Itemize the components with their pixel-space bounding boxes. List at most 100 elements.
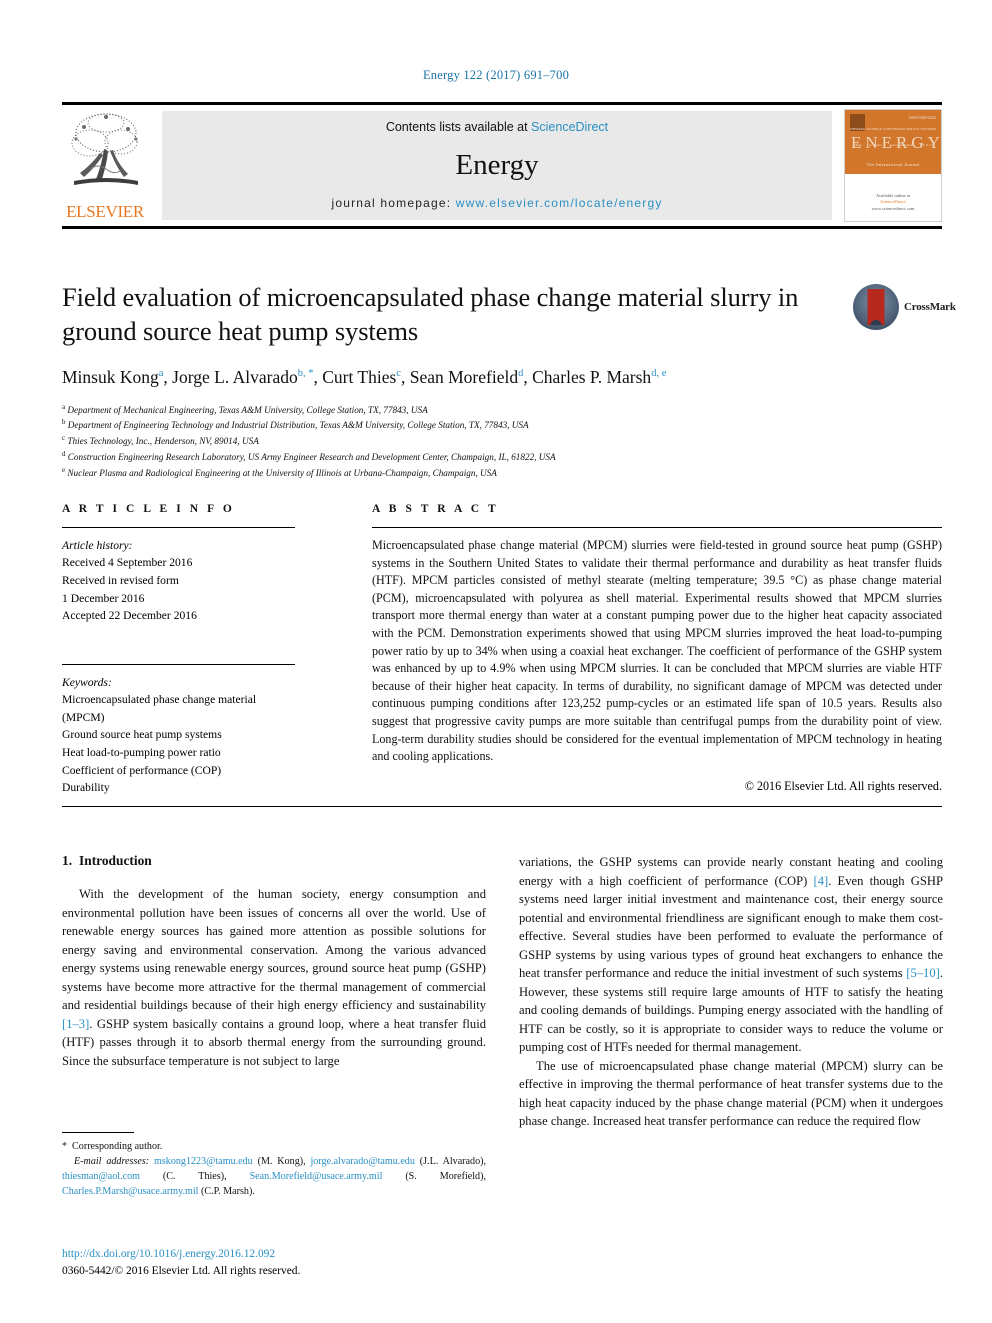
issn-copyright-line: 0360-5442/© 2016 Elsevier Ltd. All right…	[62, 1264, 301, 1277]
cover-editor-0: Editor	[852, 143, 862, 148]
article-info-heading: A R T I C L E I N F O	[62, 503, 235, 515]
doi-link[interactable]: http://dx.doi.org/10.1016/j.energy.2016.…	[62, 1246, 492, 1263]
page-title: Field evaluation of microencapsulated ph…	[62, 282, 799, 347]
cover-top-panel: ISSN 0360-5442 THERMAL SCIENCE CONVERSIO…	[845, 110, 941, 175]
journal-cover-thumbnail: ISSN 0360-5442 THERMAL SCIENCE CONVERSIO…	[844, 109, 942, 222]
cover-topic-labels: THERMAL SCIENCE CONVERSION POLICY SYSTEM…	[849, 127, 937, 131]
keywords-rule	[62, 663, 295, 665]
affiliation-mark-3: d	[62, 450, 66, 459]
affiliation-text-4: Nuclear Plasma and Radiological Engineer…	[67, 468, 497, 479]
sciencedirect-band: Contents lists available at ScienceDirec…	[162, 111, 832, 220]
homepage-line: journal homepage: www.elsevier.com/locat…	[331, 196, 662, 210]
cover-editor-3: H.-X. Li	[921, 143, 934, 148]
title-block: Field evaluation of microencapsulated ph…	[62, 280, 852, 481]
intro-p1-part-a: With the development of the human societ…	[62, 887, 486, 1012]
keyword-item-0: Microencapsulated phase change material	[62, 693, 257, 707]
affiliation-text-2: Thies Technology, Inc., Henderson, NV, 8…	[67, 436, 259, 447]
intro-p1-part-d: . Even though GSHP systems need larger i…	[519, 873, 943, 981]
keyword-item-2: Ground source heat pump systems	[62, 728, 222, 742]
abstract-text: Microencapsulated phase change material …	[372, 538, 942, 764]
keyword-item-1: (MPCM)	[62, 710, 105, 724]
intro-paragraph-1: With the development of the human societ…	[62, 885, 486, 1070]
email-owner-1: (J.L. Alvarado)	[419, 1156, 484, 1168]
article-history-list: Received 4 September 2016 Received in re…	[62, 554, 295, 624]
email-link-2[interactable]: thiesman@aol.com	[62, 1171, 140, 1182]
elsevier-wordmark: ELSEVIER	[66, 202, 144, 221]
elsevier-logo: ELSEVIER	[62, 105, 148, 226]
keywords-label: Keywords:	[62, 675, 112, 689]
email-link-3[interactable]: Sean.Morefield@usace.army.mil	[250, 1171, 383, 1182]
contents-prefix: Contents lists available at	[385, 120, 532, 134]
body-column-right: variations, the GSHP systems can provide…	[519, 853, 943, 1131]
corresponding-author-star: *	[62, 1141, 68, 1152]
affiliation-row: a Department of Mechanical Engineering, …	[62, 402, 852, 418]
body-column-left: 1. Introduction With the development of t…	[62, 853, 486, 1070]
abstract-heading: A B S T R A C T	[372, 503, 499, 515]
affiliation-mark-0: a	[62, 402, 66, 411]
keywords-block: Keywords: Microencapsulated phase change…	[62, 663, 295, 797]
email-label: E-mail addresses:	[74, 1156, 150, 1168]
corresponding-author-note: * Corresponding author.	[62, 1139, 486, 1154]
cover-publisher-line: Available online at	[876, 192, 910, 198]
intro-paragraph-1-cont: variations, the GSHP systems can provide…	[519, 853, 943, 1057]
history-item-3: Accepted 22 December 2016	[62, 609, 197, 623]
masthead-bottom-rule	[62, 226, 942, 229]
history-item-0: Received 4 September 2016	[62, 556, 193, 570]
email-link-4[interactable]: Charles.P.Marsh@usace.army.mil	[62, 1186, 198, 1197]
affiliation-mark-4: e	[62, 466, 66, 475]
affiliation-mark-1: b	[62, 418, 66, 427]
author-sup-3: d	[518, 368, 524, 380]
article-info-rule	[62, 527, 295, 528]
author-name-3: Sean Morefield	[409, 366, 519, 387]
section-number: 1.	[62, 853, 73, 868]
abstract-rule	[372, 527, 942, 528]
article-info-column: A R T I C L E I N F O Article history: R…	[62, 503, 295, 797]
keyword-item-4: Coefficient of performance (COP)	[62, 763, 222, 777]
intro-p1-part-b: . GSHP system basically contains a groun…	[62, 1016, 486, 1068]
author-name-1: Jorge L. Alvarado	[172, 366, 298, 387]
email-owner-4: (C.P. Marsh)	[201, 1186, 253, 1198]
cover-editor-1: A. Valero	[868, 143, 883, 148]
email-addresses-note: E-mail addresses: mskong1223@tamu.edu (M…	[62, 1156, 487, 1198]
cover-issn: ISSN 0360-5442	[908, 115, 936, 120]
affiliation-text-3: Construction Engineering Research Labora…	[67, 452, 556, 463]
email-link-0[interactable]: mskong1223@tamu.edu	[154, 1156, 253, 1167]
author-sup-2: c	[396, 368, 401, 380]
email-owner-2: (C. Thies)	[162, 1171, 225, 1183]
affiliation-list: a Department of Mechanical Engineering, …	[62, 402, 852, 482]
cover-editor-labels: Editor A. Valero Associate Editors H.-X.…	[849, 143, 937, 147]
affiliation-text-1: Department of Engineering Technology and…	[67, 420, 529, 431]
citation-1-3[interactable]: [1–3]	[62, 1017, 89, 1031]
affiliation-text-0: Department of Mechanical Engineering, Te…	[67, 404, 428, 415]
author-name-2: Curt Thies	[322, 366, 397, 387]
corresponding-author-text: Corresponding author.	[72, 1141, 163, 1152]
cover-bottom-panel: Available online at ScienceDirect www.sc…	[845, 174, 941, 221]
cover-topic-0: THERMAL SCIENCE	[849, 126, 882, 131]
running-head: Energy 122 (2017) 691–700	[422, 68, 570, 82]
affiliation-row: d Construction Engineering Research Labo…	[62, 449, 852, 465]
email-link-1[interactable]: jorge.alvarado@tamu.edu	[311, 1156, 415, 1167]
citation-4[interactable]: [4]	[814, 874, 829, 888]
abstract-copyright: © 2016 Elsevier Ltd. All rights reserved…	[744, 778, 942, 793]
homepage-url-link[interactable]: www.elsevier.com/locate/energy	[456, 196, 663, 210]
keyword-item-3: Heat load-to-pumping power ratio	[62, 746, 221, 760]
author-name-4: Charles P. Marsh	[532, 366, 652, 387]
section-heading-introduction: 1. Introduction	[62, 853, 486, 869]
author-list: Minsuk Konga, Jorge L. Alvaradob, *, Cur…	[62, 366, 667, 387]
cover-topic-1: CONVERSION	[883, 126, 906, 131]
sciencedirect-link[interactable]: ScienceDirect	[531, 120, 608, 134]
author-sup-1: b, *	[297, 368, 314, 380]
affiliation-row: c Thies Technology, Inc., Henderson, NV,…	[62, 433, 852, 449]
citation-5-10[interactable]: [5–10]	[906, 966, 940, 980]
crossmark-label: CrossMark	[904, 301, 956, 313]
cover-topic-2: POLICY	[906, 126, 920, 131]
body-separator-rule	[62, 806, 942, 807]
affiliation-mark-2: c	[62, 434, 66, 443]
elsevier-tree-icon	[66, 109, 144, 201]
crossmark-badge[interactable]: CrossMark	[853, 283, 956, 331]
paper-page: Energy 122 (2017) 691–700 ELSEVIER Conte…	[0, 0, 992, 1323]
contents-line: Contents lists available at ScienceDirec…	[386, 120, 608, 134]
keyword-item-5: Durability	[62, 781, 110, 795]
cover-subline: The International Journal	[866, 162, 920, 168]
author-sup-4: d, e	[651, 368, 667, 380]
